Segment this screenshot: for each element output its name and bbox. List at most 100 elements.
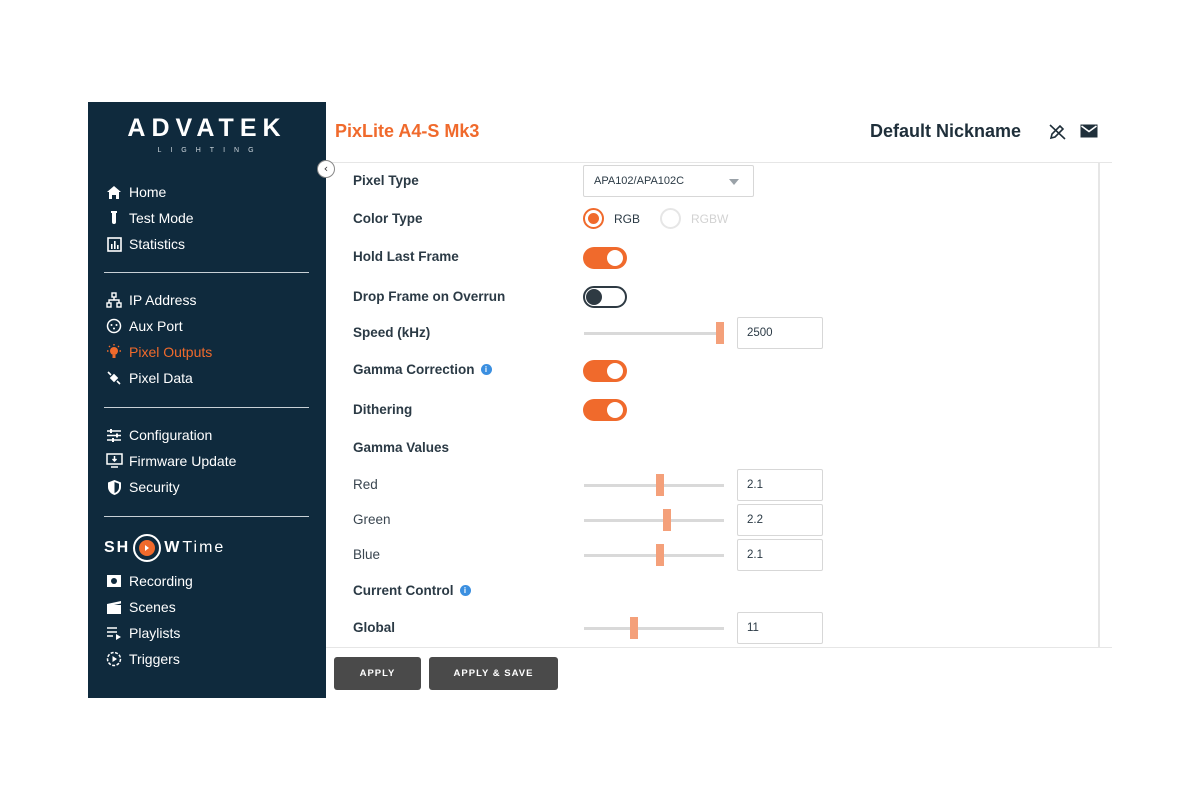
color-type-rgbw-label: RGBW bbox=[691, 211, 729, 226]
nav-group-network: IP Address Aux Port Pixel Outputs Pixel … bbox=[104, 287, 314, 391]
color-type-rgbw-radio[interactable]: RGBW bbox=[660, 208, 728, 229]
sidebar-item-pixel-outputs[interactable]: Pixel Outputs bbox=[104, 339, 314, 365]
color-type-rgb-radio[interactable]: RGB bbox=[583, 208, 640, 229]
showtime-play-icon bbox=[133, 534, 162, 562]
sliders-icon bbox=[104, 426, 124, 444]
sidebar: ADVATEK LIGHTING Home Test Mode Statisti… bbox=[88, 102, 326, 698]
form-scrollbar[interactable] bbox=[1098, 163, 1100, 647]
edit-off-icon[interactable] bbox=[1048, 123, 1068, 146]
dithering-label: Dithering bbox=[353, 402, 413, 417]
shield-icon bbox=[104, 478, 124, 496]
sidebar-item-label: Configuration bbox=[129, 427, 213, 443]
brand-subtitle: LIGHTING bbox=[157, 147, 263, 154]
sidebar-item-label: Recording bbox=[129, 573, 193, 589]
drop-frame-label: Drop Frame on Overrun bbox=[353, 289, 506, 304]
sidebar-item-aux-port[interactable]: Aux Port bbox=[104, 313, 314, 339]
gamma-blue-slider[interactable] bbox=[584, 544, 724, 566]
mail-icon[interactable] bbox=[1080, 124, 1098, 143]
color-type-rgb-label: RGB bbox=[614, 211, 641, 226]
gamma-red-label: Red bbox=[353, 477, 378, 492]
pixel-type-select[interactable]: APA102/APA102C bbox=[583, 165, 754, 197]
sidebar-item-label: Firmware Update bbox=[129, 453, 237, 469]
sidebar-item-firmware-update[interactable]: Firmware Update bbox=[104, 448, 314, 474]
gamma-green-input[interactable]: 2.2 bbox=[737, 504, 823, 536]
nav-group-main: Home Test Mode Statistics bbox=[104, 179, 314, 257]
chart-icon bbox=[104, 235, 124, 253]
sidebar-item-label: Statistics bbox=[129, 236, 186, 252]
sidebar-item-label: IP Address bbox=[129, 292, 197, 308]
sidebar-item-label: Scenes bbox=[129, 599, 176, 615]
gamma-red-slider[interactable] bbox=[584, 474, 724, 496]
gamma-correction-label: Gamma Correction i bbox=[353, 362, 492, 377]
speed-slider[interactable] bbox=[584, 322, 724, 344]
brand-name: ADVATEK bbox=[127, 114, 287, 142]
current-control-text: Current Control bbox=[353, 583, 454, 598]
apply-button[interactable]: APPLY bbox=[334, 657, 421, 690]
sidebar-item-label: Security bbox=[129, 479, 180, 495]
sidebar-item-ip-address[interactable]: IP Address bbox=[104, 287, 314, 313]
speed-label: Speed (kHz) bbox=[353, 325, 431, 340]
sidebar-item-pixel-data[interactable]: Pixel Data bbox=[104, 365, 314, 391]
gamma-red-slider-thumb[interactable] bbox=[656, 474, 664, 496]
gamma-blue-slider-thumb[interactable] bbox=[656, 544, 664, 566]
home-icon bbox=[104, 183, 124, 201]
gamma-values-label: Gamma Values bbox=[353, 440, 450, 455]
apply-save-button[interactable]: APPLY & SAVE bbox=[429, 657, 558, 690]
sidebar-divider bbox=[104, 516, 309, 517]
sidebar-collapse-button[interactable]: ‹ bbox=[317, 160, 335, 178]
global-current-slider[interactable] bbox=[584, 617, 724, 639]
sidebar-item-home[interactable]: Home bbox=[104, 179, 314, 205]
pixel-type-label: Pixel Type bbox=[353, 173, 419, 188]
info-icon[interactable]: i bbox=[480, 364, 492, 375]
sidebar-item-label: Pixel Data bbox=[129, 370, 193, 386]
gamma-correction-toggle[interactable] bbox=[583, 360, 627, 382]
showtime-logo: SH W Time bbox=[104, 534, 225, 562]
color-type-label: Color Type bbox=[353, 211, 423, 226]
sidebar-item-label: Playlists bbox=[129, 625, 181, 641]
sidebar-item-playlists[interactable]: Playlists bbox=[104, 620, 314, 646]
sidebar-item-label: Aux Port bbox=[129, 318, 183, 334]
sidebar-divider bbox=[104, 407, 309, 408]
gamma-blue-input[interactable]: 2.1 bbox=[737, 539, 823, 571]
gamma-green-slider-thumb[interactable] bbox=[663, 509, 671, 531]
hold-last-frame-label: Hold Last Frame bbox=[353, 249, 459, 264]
info-icon[interactable]: i bbox=[459, 585, 471, 596]
gamma-green-slider[interactable] bbox=[584, 509, 724, 531]
device-title: PixLite A4-S Mk3 bbox=[335, 121, 480, 141]
sidebar-item-recording[interactable]: Recording bbox=[104, 568, 314, 594]
global-current-label: Global bbox=[353, 620, 396, 635]
trigger-icon bbox=[104, 650, 124, 668]
global-current-slider-thumb[interactable] bbox=[630, 617, 638, 639]
dithering-toggle[interactable] bbox=[583, 399, 627, 421]
showtime-part1: SH bbox=[104, 539, 131, 556]
bulb-icon bbox=[104, 343, 124, 361]
nav-group-system: Configuration Firmware Update Security bbox=[104, 422, 314, 500]
nav-group-showtime: Recording Scenes Playlists Triggers bbox=[104, 568, 314, 672]
sidebar-divider bbox=[104, 272, 309, 273]
clapper-icon bbox=[104, 598, 124, 616]
satellite-icon bbox=[104, 369, 124, 387]
speed-input[interactable]: 2500 bbox=[737, 317, 823, 349]
playlist-icon bbox=[104, 624, 124, 642]
network-icon bbox=[104, 291, 124, 309]
sidebar-item-label: Home bbox=[129, 184, 167, 200]
speed-slider-thumb[interactable] bbox=[716, 322, 724, 344]
drop-frame-toggle[interactable] bbox=[583, 286, 627, 308]
gamma-correction-text: Gamma Correction bbox=[353, 362, 475, 377]
hold-last-frame-toggle[interactable] bbox=[583, 247, 627, 269]
radio-unselected-icon bbox=[660, 208, 681, 229]
gamma-green-label: Green bbox=[353, 512, 391, 527]
sidebar-item-test-mode[interactable]: Test Mode bbox=[104, 205, 314, 231]
device-nickname: Default Nickname bbox=[870, 121, 1022, 141]
sidebar-item-configuration[interactable]: Configuration bbox=[104, 422, 314, 448]
sidebar-item-statistics[interactable]: Statistics bbox=[104, 231, 314, 257]
sidebar-item-scenes[interactable]: Scenes bbox=[104, 594, 314, 620]
gamma-red-input[interactable]: 2.1 bbox=[737, 469, 823, 501]
sidebar-item-security[interactable]: Security bbox=[104, 474, 314, 500]
sidebar-item-label: Test Mode bbox=[129, 210, 194, 226]
test-tube-icon bbox=[104, 209, 124, 227]
global-current-input[interactable]: 11 bbox=[737, 612, 823, 644]
sidebar-item-triggers[interactable]: Triggers bbox=[104, 646, 314, 672]
current-control-label: Current Control i bbox=[353, 583, 471, 598]
port-icon bbox=[104, 317, 124, 335]
